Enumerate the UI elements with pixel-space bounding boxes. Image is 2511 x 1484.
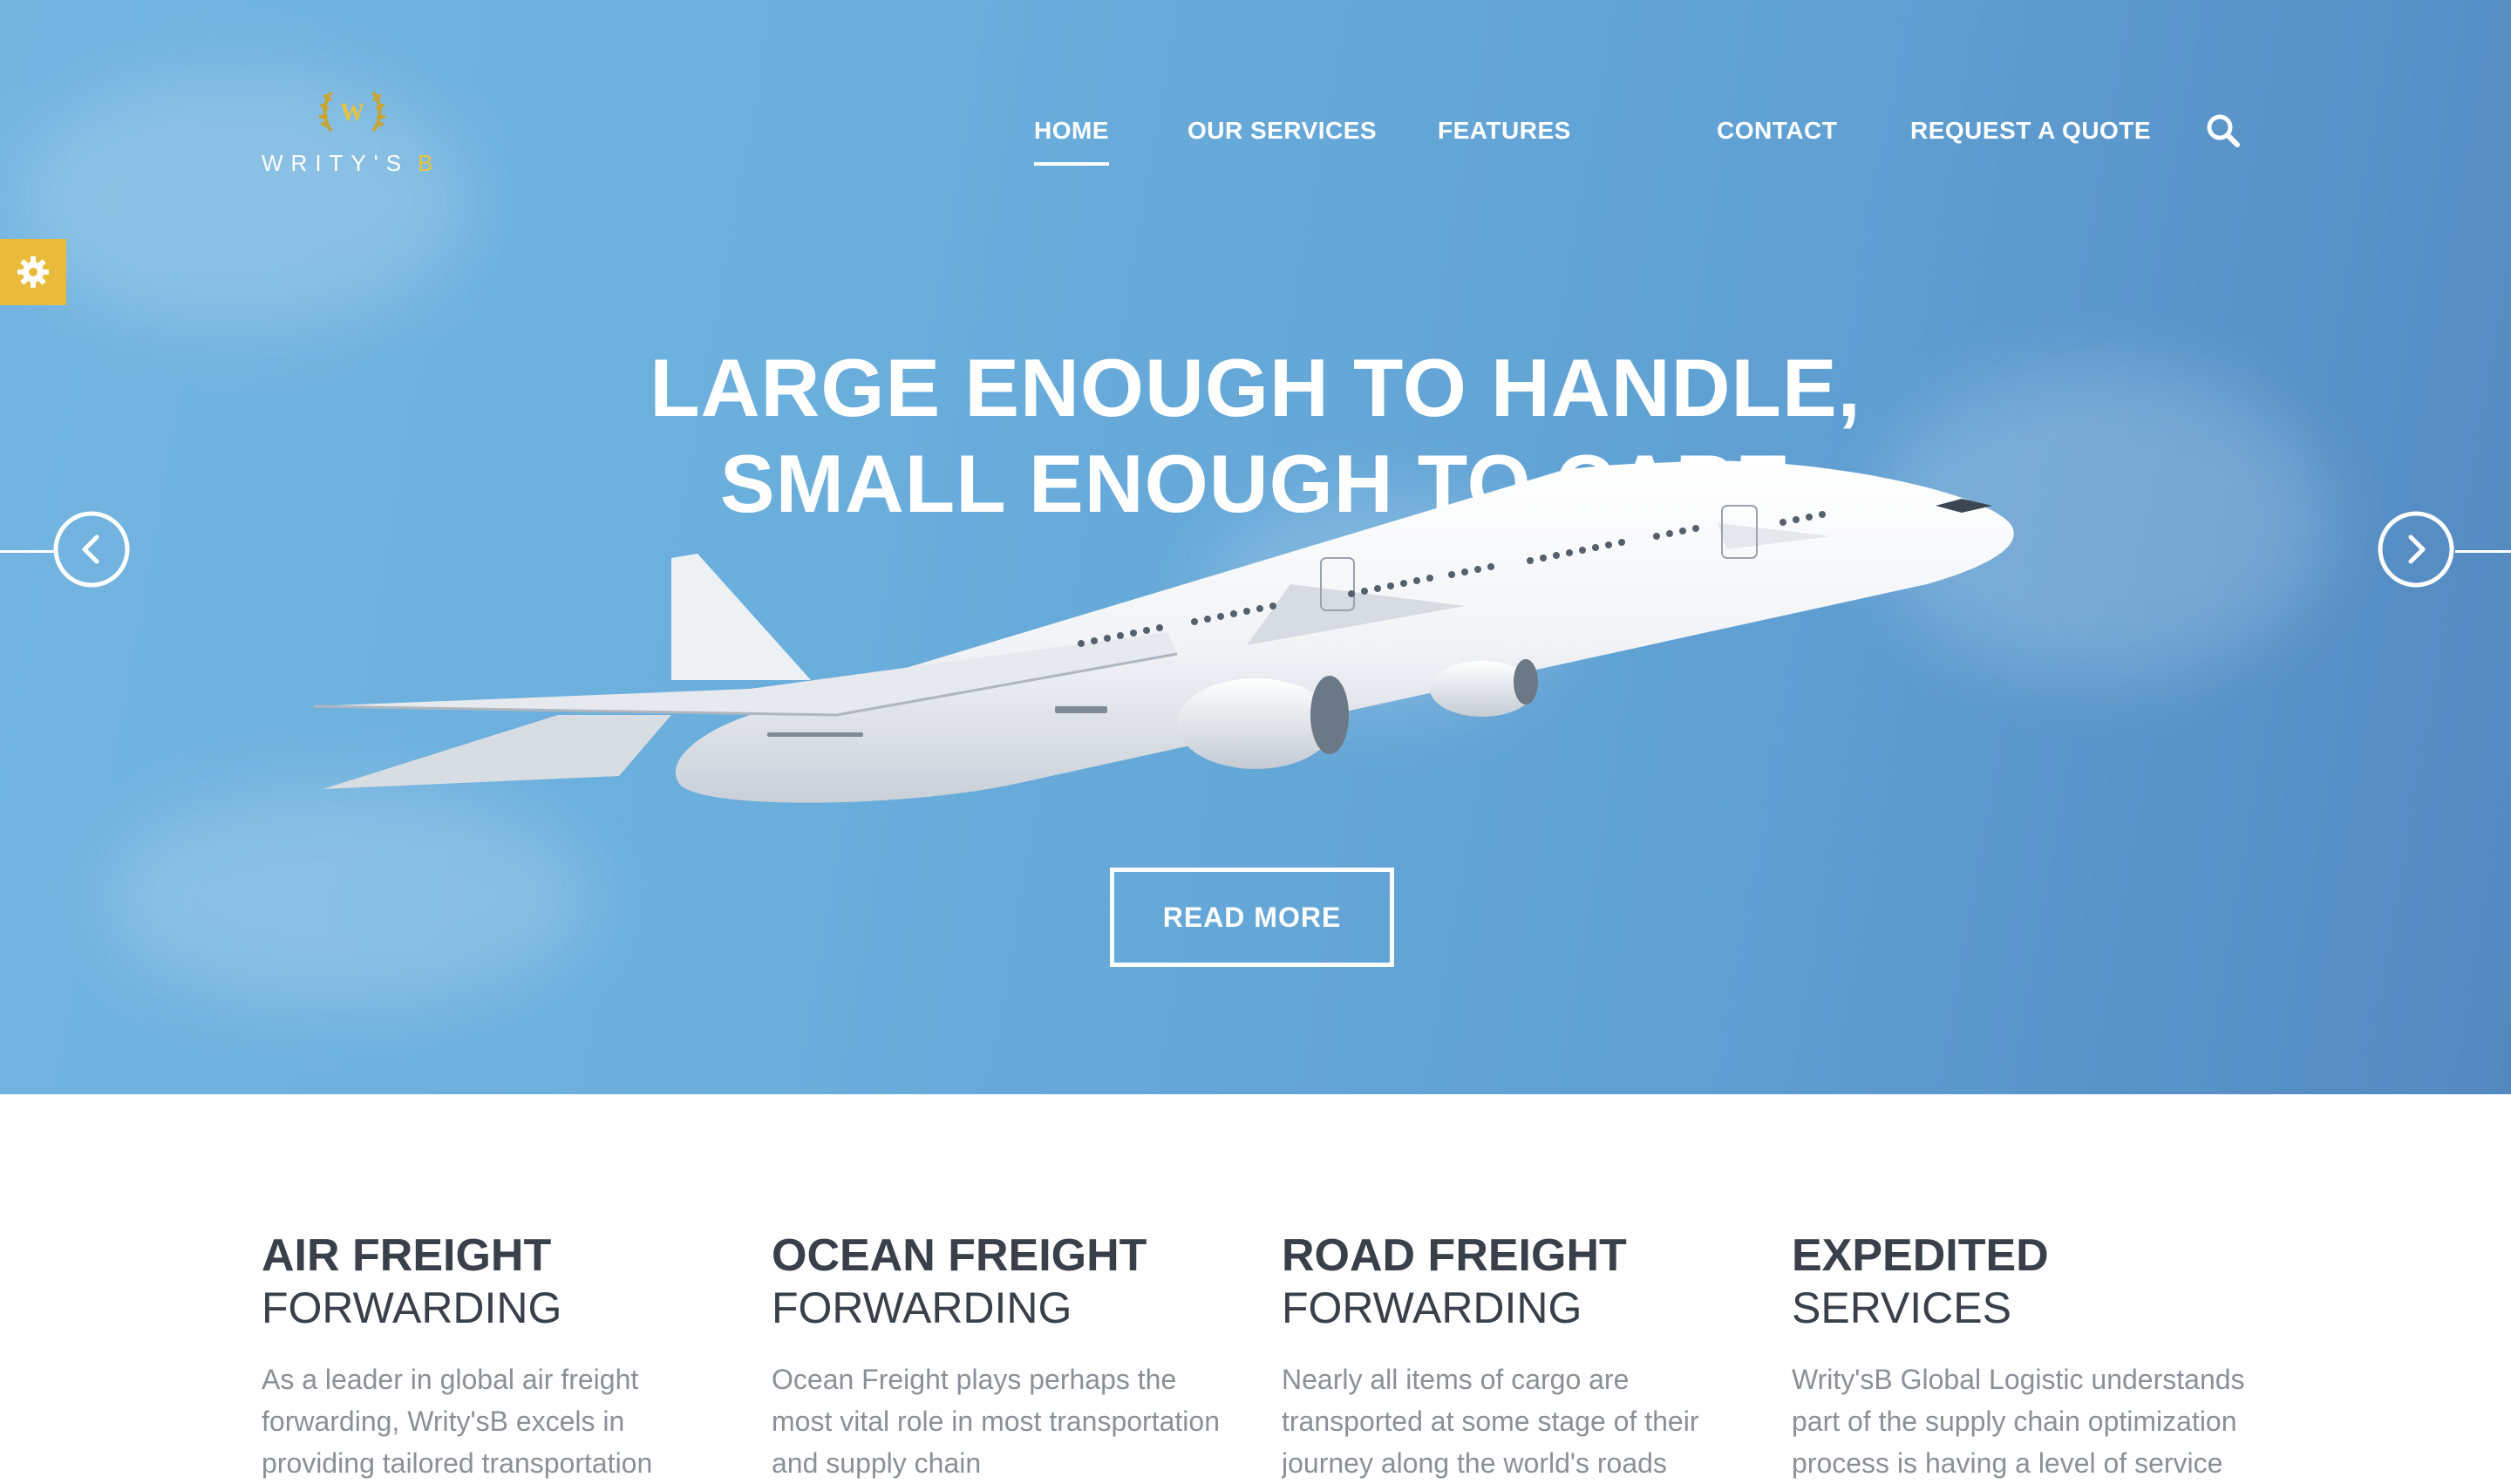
nav-features[interactable]: FEATURES: [1438, 117, 1571, 145]
service-subtitle: FORWARDING: [1282, 1283, 1582, 1332]
service-description: As a leader in global air freight forwar…: [262, 1364, 653, 1479]
nav-home[interactable]: HOME: [1034, 117, 1109, 166]
settings-toggle-button[interactable]: [0, 239, 66, 305]
service-description: Writy'sB Global Logistic understands par…: [1792, 1364, 2245, 1479]
read-more-button[interactable]: READ MORE: [1110, 868, 1394, 967]
logo-name: WRITY'S: [262, 150, 410, 176]
chevron-left-icon[interactable]: [52, 510, 131, 589]
main-nav: HOME OUR SERVICES FEATURES CONTACT REQUE…: [0, 117, 2511, 166]
search-icon[interactable]: [2204, 112, 2242, 150]
service-subtitle: FORWARDING: [262, 1283, 562, 1332]
nav-our-services[interactable]: OUR SERVICES: [1187, 117, 1377, 145]
service-subtitle: SERVICES: [1792, 1283, 2011, 1332]
airplane-image: [313, 460, 2014, 803]
logo-suffix: B: [418, 150, 441, 176]
service-air-freight: AIR FREIGHT FORWARDING As a leader in gl…: [262, 1229, 715, 1484]
gear-icon: [17, 256, 49, 288]
chevron-right-icon[interactable]: [2377, 510, 2455, 589]
hero-slider: W WRITY'S B HOME OUR SERVICES FEATURES CO…: [0, 0, 2511, 1094]
service-expedited: EXPEDITED SERVICES Writy'sB Global Logis…: [1792, 1229, 2245, 1484]
service-title: AIR FREIGHT: [262, 1230, 552, 1281]
headline-line-1: LARGE ENOUGH TO HANDLE,: [650, 342, 1861, 433]
service-title: OCEAN FREIGHT: [772, 1230, 1147, 1281]
logo-wordmark: WRITY'S B: [262, 150, 440, 177]
service-title: EXPEDITED: [1792, 1230, 2049, 1281]
prev-arrow-line: [0, 550, 54, 553]
service-description: Nearly all items of cargo are transporte…: [1282, 1364, 1699, 1479]
service-ocean-freight: OCEAN FREIGHT FORWARDING Ocean Freight p…: [772, 1229, 1225, 1484]
service-road-freight: ROAD FREIGHT FORWARDING Nearly all items…: [1282, 1229, 1735, 1484]
service-subtitle: FORWARDING: [772, 1283, 1072, 1332]
service-title: ROAD FREIGHT: [1282, 1230, 1627, 1281]
nav-contact[interactable]: CONTACT: [1717, 117, 1837, 145]
next-arrow-line: [2455, 550, 2511, 553]
service-description: Ocean Freight plays perhaps the most vit…: [772, 1364, 1220, 1479]
nav-request-quote[interactable]: REQUEST A QUOTE: [1910, 117, 2151, 145]
